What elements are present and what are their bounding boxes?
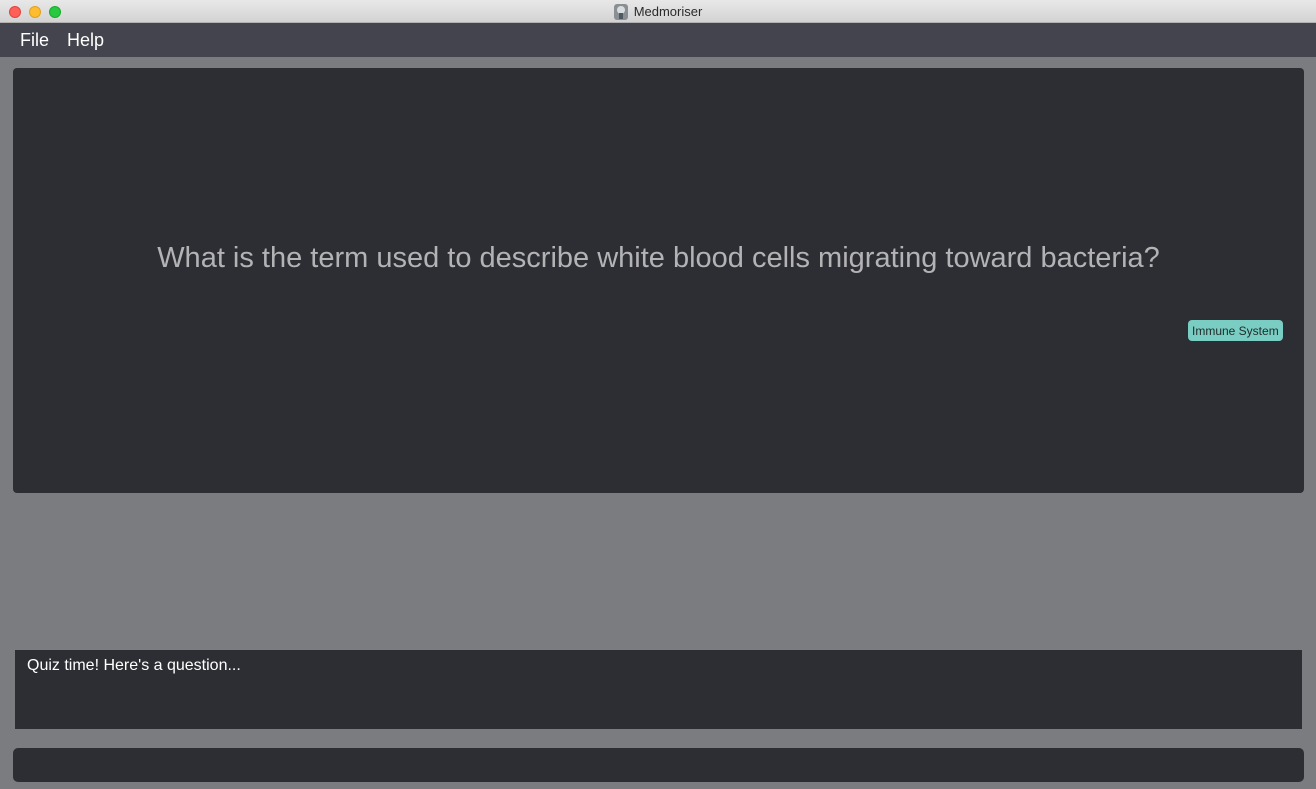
title-wrap: Medmoriser bbox=[0, 0, 1316, 23]
window-title: Medmoriser bbox=[633, 4, 703, 19]
result-message: Quiz time! Here's a question... bbox=[27, 657, 241, 674]
question-card: What is the term used to describe white … bbox=[13, 68, 1304, 493]
menu-bar: File Help bbox=[0, 23, 1316, 57]
window-titlebar: Medmoriser bbox=[0, 0, 1316, 23]
app-icon bbox=[613, 3, 628, 20]
result-display: Quiz time! Here's a question... bbox=[15, 650, 1302, 729]
menu-file[interactable]: File bbox=[20, 30, 49, 51]
topic-tag: Immune System bbox=[1188, 320, 1283, 341]
command-input[interactable] bbox=[13, 748, 1304, 782]
question-text: What is the term used to describe white … bbox=[157, 242, 1160, 274]
menu-help[interactable]: Help bbox=[67, 30, 104, 51]
